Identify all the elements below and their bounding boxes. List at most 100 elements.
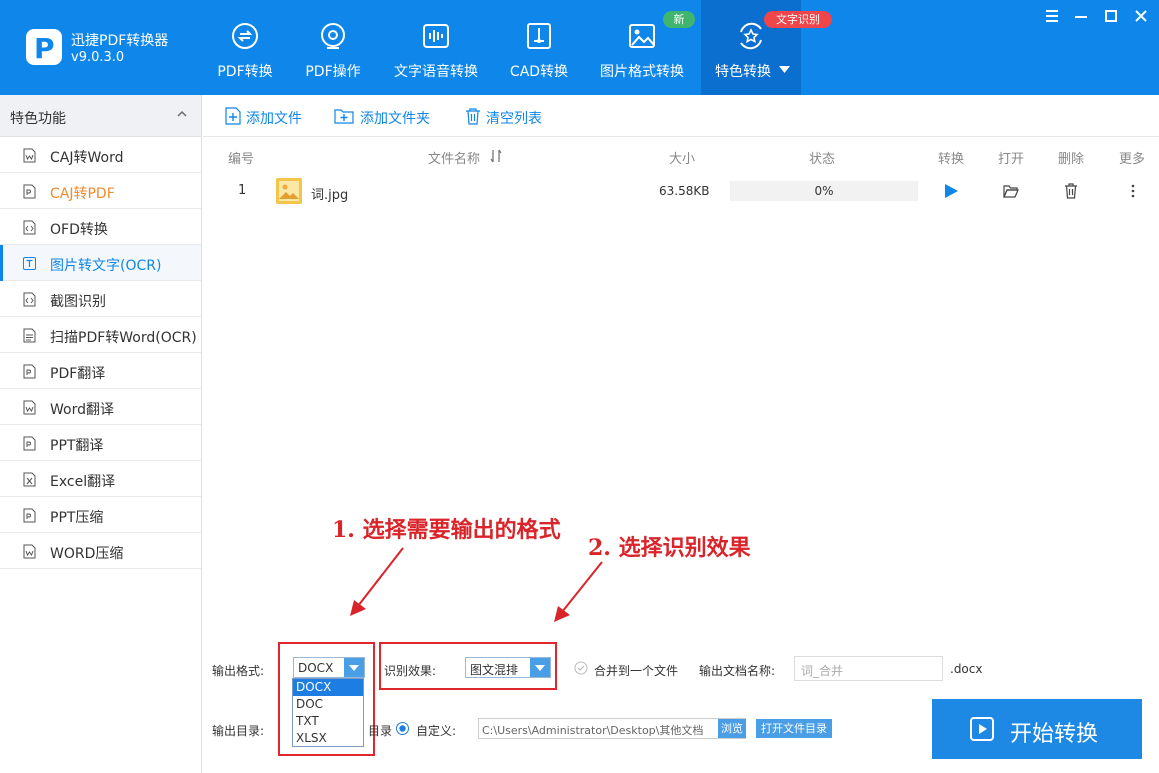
- sidebar-item-caj-pdf[interactable]: CAJ转PDF: [0, 173, 201, 209]
- play-square-icon: [970, 717, 994, 741]
- clear-list-label: 清空列表: [486, 111, 542, 127]
- sidebar-item-screenshot-ocr[interactable]: 截图识别: [0, 281, 201, 317]
- file-size: 63.58KB: [659, 184, 710, 198]
- image-icon: [629, 24, 655, 48]
- doc-code-icon: [23, 220, 36, 235]
- col-header-delete: 删除: [1058, 152, 1085, 167]
- add-folder-label: 添加文件夹: [360, 111, 430, 127]
- doc-icon: [23, 328, 36, 343]
- pdf-operate-icon: [321, 23, 345, 49]
- doc-pdf-icon: [23, 436, 36, 451]
- add-file-button[interactable]: 添加文件: [224, 107, 314, 127]
- browse-button[interactable]: 浏览: [718, 719, 746, 738]
- menu-icon[interactable]: [1044, 8, 1060, 24]
- image-file-icon: [276, 178, 302, 204]
- output-dir-input[interactable]: C:\Users\Administrator\Desktop\其他文档: [478, 718, 746, 739]
- sidebar-item-scan-pdf-word[interactable]: 扫描PDF转Word(OCR): [0, 317, 201, 353]
- source-dir-option-label[interactable]: 目录: [368, 722, 392, 739]
- star-convert-icon: [740, 22, 762, 50]
- file-toolbar: 添加文件 添加文件夹 清空列表: [203, 95, 1159, 137]
- col-header-more: 更多: [1119, 152, 1146, 167]
- sidebar-item-label: OFD转换: [50, 222, 108, 238]
- output-dir-label: 输出目录:: [212, 724, 265, 738]
- folder-open-icon[interactable]: [1003, 183, 1019, 199]
- sidebar-header[interactable]: 特色功能: [0, 95, 201, 137]
- add-folder-button[interactable]: 添加文件夹: [334, 107, 444, 127]
- sidebar-item-word-translate[interactable]: Word翻译: [0, 389, 201, 425]
- doc-pdf-icon: [23, 364, 36, 379]
- nav-voice-convert[interactable]: 文字语音转换: [390, 0, 482, 95]
- nav-pdf-operate[interactable]: PDF操作: [296, 0, 370, 95]
- col-header-status: 状态: [809, 152, 836, 167]
- cad-icon: [527, 23, 551, 49]
- sidebar: 特色功能 CAJ转Word CAJ转PDF OFD转换 图片转文字(OCR) 截…: [0, 95, 202, 773]
- output-format-label: 输出格式:: [212, 664, 265, 678]
- more-vertical-icon[interactable]: [1130, 183, 1136, 199]
- sidebar-item-label: Excel翻译: [50, 474, 116, 490]
- app-logo: P: [26, 29, 62, 65]
- doc-code-icon: [23, 292, 36, 307]
- output-settings-panel: 输出格式: DOCX DOCX DOC TXT XLSX 识别效果: 图文混排 …: [203, 642, 1159, 773]
- close-icon[interactable]: [1133, 8, 1149, 24]
- add-file-label: 添加文件: [246, 111, 302, 127]
- sidebar-item-ofd[interactable]: OFD转换: [0, 209, 201, 245]
- sidebar-item-ppt-compress[interactable]: PPT压缩: [0, 497, 201, 533]
- sidebar-item-excel-translate[interactable]: Excel翻译: [0, 461, 201, 497]
- doc-pdf-icon: [23, 184, 36, 199]
- custom-dir-label: 自定义:: [416, 724, 457, 738]
- nav-cad-convert[interactable]: CAD转换: [502, 0, 576, 95]
- docname-label: 输出文档名称:: [699, 664, 776, 678]
- sidebar-item-ppt-translate[interactable]: PPT翻译: [0, 425, 201, 461]
- start-convert-button[interactable]: 开始转换: [932, 699, 1142, 759]
- annotation-arrows: [350, 547, 603, 622]
- top-navigation-bar: P 迅捷PDF转换器 v9.0.3.0 PDF转换 PDF操作 文字语音转换 C…: [0, 0, 1159, 95]
- nav-label: PDF操作: [305, 64, 361, 80]
- row-number: 1: [238, 183, 247, 198]
- sidebar-item-label: WORD压缩: [50, 546, 124, 562]
- nav-pdf-convert[interactable]: PDF转换: [208, 0, 282, 95]
- sidebar-item-caj-word[interactable]: CAJ转Word: [0, 137, 201, 173]
- sidebar-item-word-compress[interactable]: WORD压缩: [0, 533, 201, 569]
- sidebar-item-label: 截图识别: [50, 294, 106, 310]
- minimize-icon[interactable]: [1073, 8, 1089, 24]
- col-header-name[interactable]: 文件名称: [428, 148, 480, 167]
- doc-w-icon: [23, 544, 36, 559]
- sidebar-item-label: Word翻译: [50, 402, 114, 418]
- annotation-step1: 1. 选择需要输出的格式: [332, 517, 561, 543]
- table-row[interactable]: 1 词.jpg 63.58KB 0%: [203, 173, 1159, 211]
- file-name: 词.jpg: [311, 188, 349, 203]
- caret-down-icon: [779, 66, 790, 73]
- sort-icon[interactable]: [489, 149, 503, 163]
- sidebar-item-label: CAJ转Word: [50, 150, 124, 166]
- play-icon[interactable]: [943, 183, 959, 199]
- app-window: P 迅捷PDF转换器 v9.0.3.0 PDF转换 PDF操作 文字语音转换 C…: [0, 0, 1159, 773]
- open-dir-button[interactable]: 打开文件目录: [756, 719, 832, 738]
- nav-label: PDF转换: [217, 64, 273, 80]
- sidebar-title: 特色功能: [10, 111, 66, 127]
- clear-list-button[interactable]: 清空列表: [464, 107, 554, 127]
- add-folder-icon: [334, 109, 354, 124]
- sidebar-item-label: PPT压缩: [50, 510, 104, 526]
- custom-radio[interactable]: [396, 722, 409, 735]
- nav-label: 图片格式转换: [600, 64, 684, 80]
- chevron-up-icon[interactable]: [177, 109, 187, 119]
- docname-extension: .docx: [950, 662, 983, 676]
- sidebar-item-label: CAJ转PDF: [50, 186, 115, 202]
- sidebar-item-label: PDF翻译: [50, 366, 106, 382]
- docname-value: 词_合并: [801, 664, 844, 678]
- merge-check-icon[interactable]: [574, 661, 588, 675]
- merge-label[interactable]: 合并到一个文件: [594, 662, 678, 679]
- nav-label: 特色转换: [715, 64, 771, 80]
- docname-input[interactable]: 词_合并: [794, 656, 943, 681]
- sidebar-item-pdf-translate[interactable]: PDF翻译: [0, 353, 201, 389]
- app-name: 迅捷PDF转换器: [71, 33, 169, 49]
- output-dir-path: C:\Users\Administrator\Desktop\其他文档: [482, 724, 704, 737]
- sidebar-item-image-ocr[interactable]: 图片转文字(OCR): [0, 245, 201, 281]
- delete-icon[interactable]: [1063, 183, 1079, 199]
- col-header-size: 大小: [669, 152, 696, 167]
- maximize-icon[interactable]: [1103, 8, 1119, 24]
- voice-wave-icon: [423, 24, 449, 48]
- col-header-no: 编号: [228, 152, 255, 167]
- sidebar-item-label: PPT翻译: [50, 438, 104, 454]
- doc-w-icon: [23, 400, 36, 415]
